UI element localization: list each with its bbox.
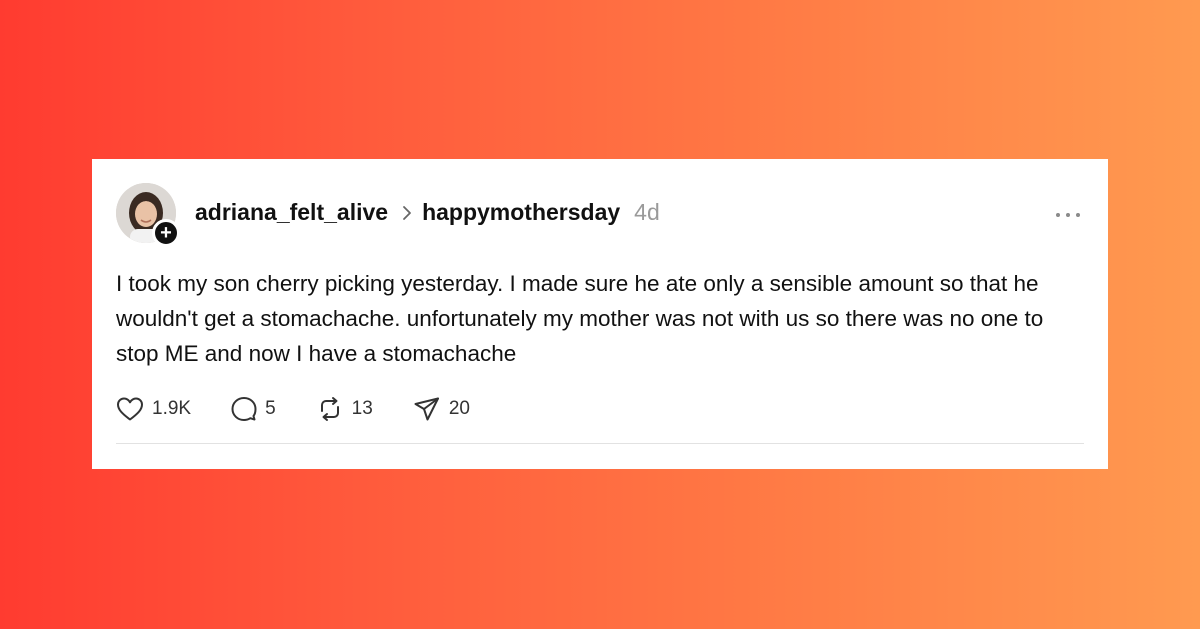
post-body: I took my son cherry picking yesterday. … — [116, 271, 1044, 366]
share-button[interactable]: 20 — [413, 396, 470, 422]
reply-count: 5 — [265, 398, 276, 419]
post-header: adriana_felt_alive happymothersday 4d — [195, 199, 660, 226]
post-card: + adriana_felt_alive happymothersday 4d … — [92, 159, 1108, 469]
heart-icon — [116, 396, 144, 422]
repost-icon — [316, 396, 344, 422]
dot — [1076, 213, 1080, 217]
repost-count: 13 — [351, 398, 373, 419]
comment-icon — [231, 396, 257, 422]
more-options-icon[interactable] — [1056, 203, 1080, 227]
post-timestamp: 4d — [634, 199, 660, 225]
divider — [116, 443, 1084, 444]
like-count: 1.9K — [152, 398, 192, 419]
send-icon — [413, 396, 441, 422]
repost-button[interactable]: 13 — [316, 396, 373, 422]
author-username[interactable]: adriana_felt_alive — [195, 199, 388, 226]
post-actions: 1.9K 5 13 20 — [116, 396, 510, 422]
share-count: 20 — [448, 398, 470, 419]
follow-plus-icon[interactable]: + — [152, 219, 180, 247]
author-avatar-container[interactable]: + — [116, 183, 180, 247]
community-name[interactable]: happymothersday — [422, 199, 620, 226]
reply-button[interactable]: 5 — [231, 396, 276, 422]
chevron-right-icon — [402, 205, 412, 221]
dot — [1056, 213, 1060, 217]
like-button[interactable]: 1.9K — [116, 396, 191, 422]
dot — [1066, 213, 1070, 217]
